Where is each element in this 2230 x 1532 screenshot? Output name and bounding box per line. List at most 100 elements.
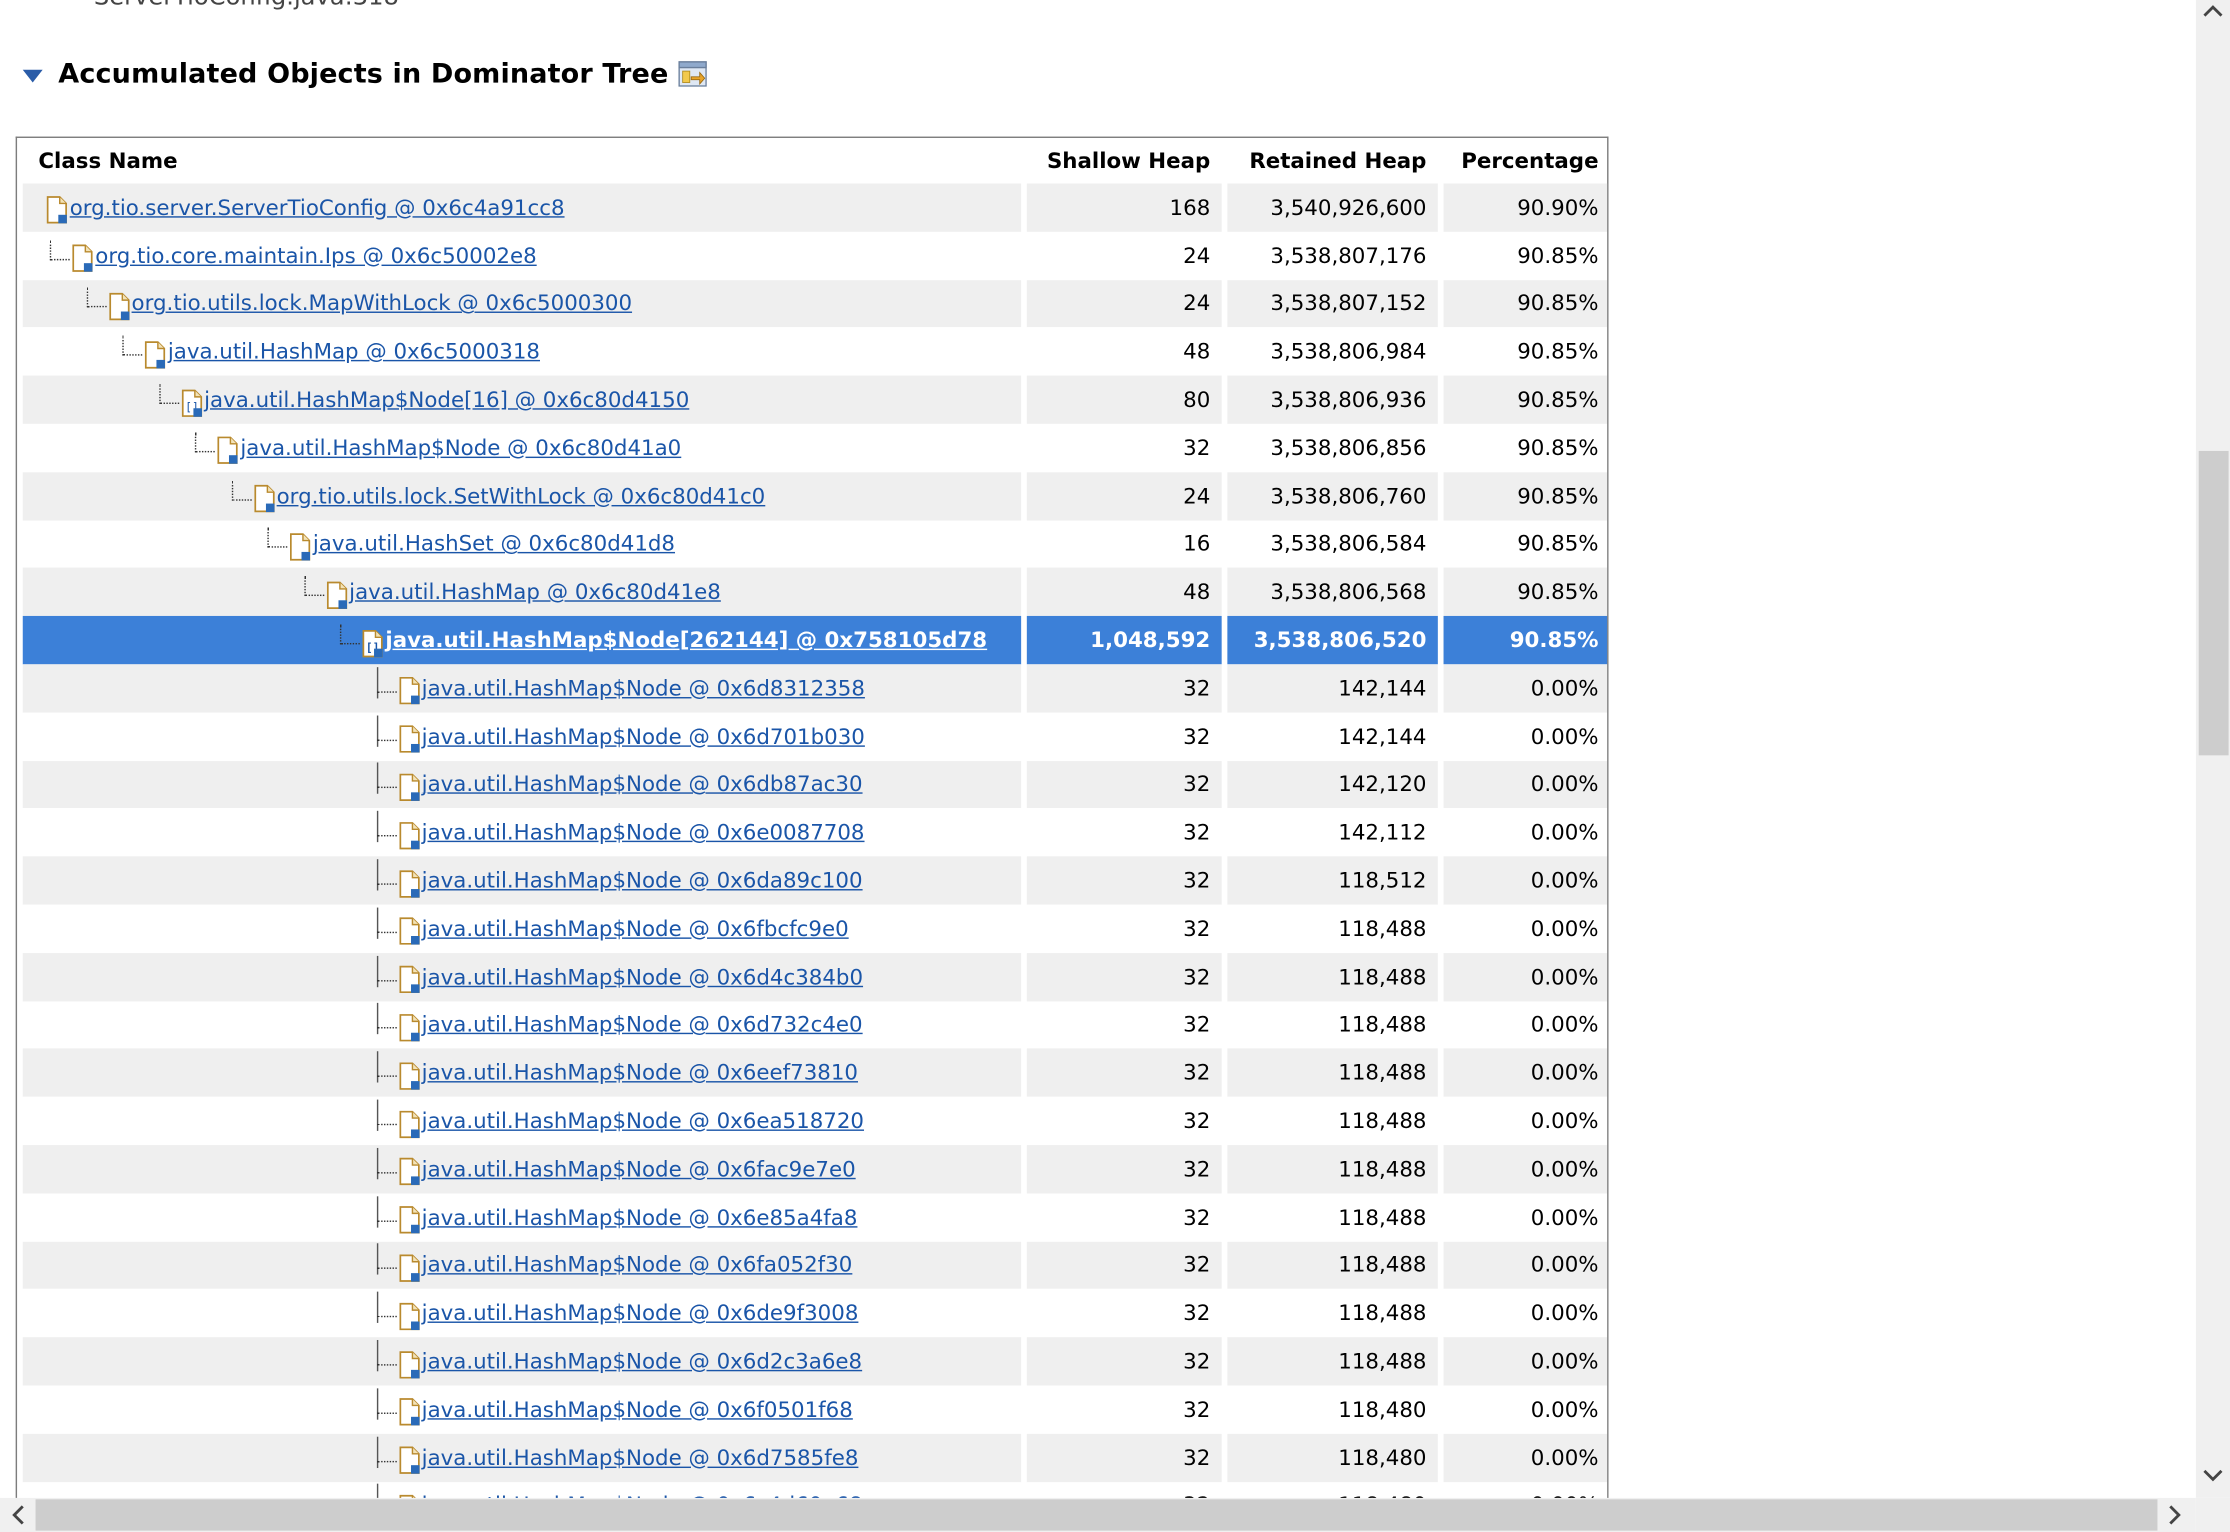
object-link[interactable]: java.util.HashMap @ 0x6c80d41e8 bbox=[349, 579, 721, 605]
object-icon bbox=[398, 1253, 421, 1283]
table-row[interactable]: java.util.HashMap$Node @ 0x6ea518720 32 11… bbox=[22, 1096, 1608, 1146]
triangle-down-icon[interactable] bbox=[22, 68, 43, 82]
object-link[interactable]: java.util.HashMap$Node @ 0x6d701b030 bbox=[422, 724, 865, 750]
object-link[interactable]: java.util.HashMap$Node @ 0x6c80d41a0 bbox=[240, 435, 681, 461]
object-link[interactable]: org.tio.server.ServerTioConfig @ 0x6c4a9… bbox=[70, 195, 565, 221]
object-link[interactable]: java.util.HashMap$Node @ 0x6d7585fe8 bbox=[422, 1445, 859, 1471]
percentage-cell: 0.00% bbox=[1443, 808, 1608, 857]
table-row[interactable]: java.util.HashMap$Node @ 0x6eef73810 32 11… bbox=[22, 1048, 1608, 1097]
object-link[interactable]: java.util.HashMap$Node @ 0x6f0501f68 bbox=[422, 1397, 853, 1423]
object-link[interactable]: org.tio.utils.lock.SetWithLock @ 0x6c80d… bbox=[277, 483, 766, 509]
table-row[interactable]: java.util.HashSet @ 0x6c80d41d8 16 3,538,8… bbox=[22, 520, 1608, 569]
object-icon bbox=[398, 869, 421, 899]
open-query-icon[interactable] bbox=[678, 61, 707, 87]
object-link[interactable]: org.tio.utils.lock.MapWithLock @ 0x6c500… bbox=[132, 291, 633, 317]
horizontal-scrollbar-thumb[interactable] bbox=[35, 1499, 2158, 1531]
object-link[interactable]: org.tio.core.maintain.Ips @ 0x6c50002e8 bbox=[95, 243, 536, 269]
table-row[interactable]: java.util.HashMap$Node @ 0x6fac9e7e0 32 11… bbox=[22, 1145, 1608, 1194]
table-row[interactable]: [] java.util.HashMap$Node[16] @ 0x6c80d41… bbox=[22, 375, 1608, 424]
object-icon bbox=[398, 1157, 421, 1187]
scroll-up-icon[interactable] bbox=[2199, 0, 2227, 23]
tree-connector bbox=[370, 1051, 397, 1083]
shallow-heap-cell: 48 bbox=[1026, 568, 1222, 617]
percentage-cell: 90.85% bbox=[1443, 279, 1608, 328]
table-row[interactable]: java.util.HashMap$Node @ 0x6da89c100 32 11… bbox=[22, 856, 1608, 905]
class-name-cell: java.util.HashMap @ 0x6c5000318 bbox=[22, 327, 1022, 376]
table-row[interactable]: org.tio.utils.lock.SetWithLock @ 0x6c80d… bbox=[22, 471, 1608, 521]
object-link[interactable]: java.util.HashMap$Node[16] @ 0x6c80d4150 bbox=[204, 387, 689, 413]
object-link[interactable]: java.util.HashMap$Node @ 0x6e85a4fa8 bbox=[422, 1204, 858, 1230]
object-link[interactable]: java.util.HashMap$Node @ 0x6e0087708 bbox=[422, 820, 865, 846]
table-row[interactable]: org.tio.core.maintain.Ips @ 0x6c50002e8 2… bbox=[22, 231, 1608, 280]
column-header-percentage[interactable]: Percentage bbox=[1444, 138, 1608, 184]
tree-connector bbox=[44, 239, 70, 260]
object-link[interactable]: java.util.HashSet @ 0x6c80d41d8 bbox=[313, 531, 675, 557]
shallow-heap-cell: 32 bbox=[1026, 423, 1222, 472]
shallow-heap-cell: 32 bbox=[1026, 664, 1222, 713]
table-row[interactable]: java.util.HashMap @ 0x6c80d41e8 48 3,538,8… bbox=[22, 568, 1608, 617]
object-link[interactable]: java.util.HashMap$Node @ 0x6d8312358 bbox=[422, 675, 865, 701]
table-row[interactable]: java.util.HashMap$Node @ 0x6d4c384b0 32 11… bbox=[22, 952, 1608, 1001]
table-row[interactable]: java.util.HashMap$Node @ 0x6d8312358 32 14… bbox=[22, 664, 1608, 713]
table-row[interactable]: org.tio.server.ServerTioConfig @ 0x6c4a9… bbox=[22, 183, 1608, 232]
retained-heap-cell: 118,480 bbox=[1227, 1385, 1438, 1434]
table-row[interactable]: java.util.HashMap$Node @ 0x6d7585fe8 32 11… bbox=[22, 1433, 1608, 1482]
scroll-left-icon[interactable] bbox=[6, 1502, 32, 1528]
tree-connector bbox=[334, 624, 360, 645]
table-row[interactable]: java.util.HashMap$Node @ 0x6e0087708 32 14… bbox=[22, 808, 1608, 857]
table-row[interactable]: java.util.HashMap @ 0x6c5000318 48 3,538,8… bbox=[22, 327, 1608, 376]
object-icon bbox=[252, 484, 275, 514]
retained-heap-cell: 3,538,806,984 bbox=[1227, 327, 1438, 376]
object-link[interactable]: java.util.HashMap$Node @ 0x6db87ac30 bbox=[422, 772, 863, 798]
class-name-cell: org.tio.core.maintain.Ips @ 0x6c50002e8 bbox=[22, 231, 1022, 280]
table-row[interactable]: java.util.HashMap$Node @ 0x6f0501f68 32 11… bbox=[22, 1385, 1608, 1434]
object-icon bbox=[144, 340, 167, 370]
table-row[interactable]: java.util.HashMap$Node @ 0x6d701b030 32 14… bbox=[22, 712, 1608, 761]
retained-heap-cell: 3,538,806,760 bbox=[1227, 471, 1438, 521]
object-icon bbox=[398, 1349, 421, 1379]
object-link[interactable]: java.util.HashMap$Node @ 0x6d2c3a6e8 bbox=[422, 1349, 862, 1375]
object-link[interactable]: java.util.HashMap$Node @ 0x6fa052f30 bbox=[422, 1252, 853, 1278]
table-row[interactable]: java.util.HashMap$Node @ 0x6fbcfc9e0 32 11… bbox=[22, 904, 1608, 953]
table-row[interactable]: java.util.HashMap$Node @ 0x6d732c4e0 32 11… bbox=[22, 1000, 1608, 1049]
table-row[interactable]: org.tio.utils.lock.MapWithLock @ 0x6c500… bbox=[22, 279, 1608, 328]
retained-heap-cell: 3,538,806,856 bbox=[1227, 423, 1438, 472]
percentage-cell: 0.00% bbox=[1443, 1241, 1608, 1290]
object-link[interactable]: java.util.HashMap$Node @ 0x6fac9e7e0 bbox=[422, 1156, 856, 1182]
retained-heap-cell: 3,538,807,152 bbox=[1227, 279, 1438, 328]
class-name-cell: java.util.HashMap$Node @ 0x6eef73810 bbox=[22, 1048, 1022, 1097]
object-link[interactable]: java.util.HashMap$Node @ 0x6de9f3008 bbox=[422, 1300, 859, 1326]
object-link[interactable]: java.util.HashMap$Node @ 0x6da89c100 bbox=[422, 868, 863, 894]
table-row-selected[interactable]: [] java.util.HashMap$Node[262144] @ 0x758… bbox=[22, 616, 1608, 665]
table-row[interactable]: java.util.HashMap$Node @ 0x6c80d41a0 32 3,… bbox=[22, 423, 1608, 472]
class-name-cell: java.util.HashMap$Node @ 0x6d2c3a6e8 bbox=[22, 1337, 1022, 1386]
object-link[interactable]: java.util.HashMap$Node @ 0x6d732c4e0 bbox=[422, 1012, 863, 1038]
class-name-cell: java.util.HashMap$Node @ 0x6f0501f68 bbox=[22, 1385, 1022, 1434]
object-link[interactable]: java.util.HashMap$Node @ 0x6eef73810 bbox=[422, 1060, 858, 1086]
class-name-cell: java.util.HashMap$Node @ 0x6ea518720 bbox=[22, 1096, 1022, 1146]
percentage-cell: 0.00% bbox=[1443, 712, 1608, 761]
tree-connector bbox=[262, 528, 288, 549]
class-name-cell: java.util.HashMap @ 0x6c80d41e8 bbox=[22, 568, 1022, 617]
table-row[interactable]: java.util.HashMap$Node @ 0x6e85a4fa8 32 11… bbox=[22, 1193, 1608, 1242]
column-header-class-name[interactable]: Class Name bbox=[23, 138, 1021, 184]
object-link[interactable]: java.util.HashMap$Node @ 0x6fbcfc9e0 bbox=[422, 916, 849, 942]
scroll-down-icon[interactable] bbox=[2199, 1464, 2227, 1490]
table-row[interactable]: java.util.HashMap$Node @ 0x6de9f3008 32 11… bbox=[22, 1289, 1608, 1338]
table-row[interactable]: java.util.HashMap$Node @ 0x6fa052f30 32 11… bbox=[22, 1241, 1608, 1290]
object-link[interactable]: java.util.HashMap$Node[262144] @ 0x75810… bbox=[385, 627, 987, 653]
table-row[interactable]: java.util.HashMap$Node @ 0x6db87ac30 32 14… bbox=[22, 760, 1608, 809]
vertical-scrollbar-thumb[interactable] bbox=[2198, 450, 2229, 756]
object-link[interactable]: java.util.HashMap @ 0x6c5000318 bbox=[168, 339, 540, 365]
scroll-right-icon[interactable] bbox=[2162, 1502, 2188, 1528]
scrollbar-corner bbox=[2195, 1497, 2230, 1532]
retained-heap-cell: 118,488 bbox=[1227, 1096, 1438, 1146]
object-icon bbox=[107, 292, 130, 322]
table-header: Class Name Shallow Heap Retained Heap Pe… bbox=[23, 138, 1608, 184]
object-link[interactable]: java.util.HashMap$Node @ 0x6d4c384b0 bbox=[422, 964, 863, 990]
table-row[interactable]: java.util.HashMap$Node @ 0x6d2c3a6e8 32 11… bbox=[22, 1337, 1608, 1386]
column-header-shallow-heap[interactable]: Shallow Heap bbox=[1027, 138, 1222, 184]
object-link[interactable]: java.util.HashMap$Node @ 0x6ea518720 bbox=[422, 1108, 864, 1134]
column-header-retained-heap[interactable]: Retained Heap bbox=[1227, 138, 1437, 184]
object-icon bbox=[325, 580, 348, 610]
